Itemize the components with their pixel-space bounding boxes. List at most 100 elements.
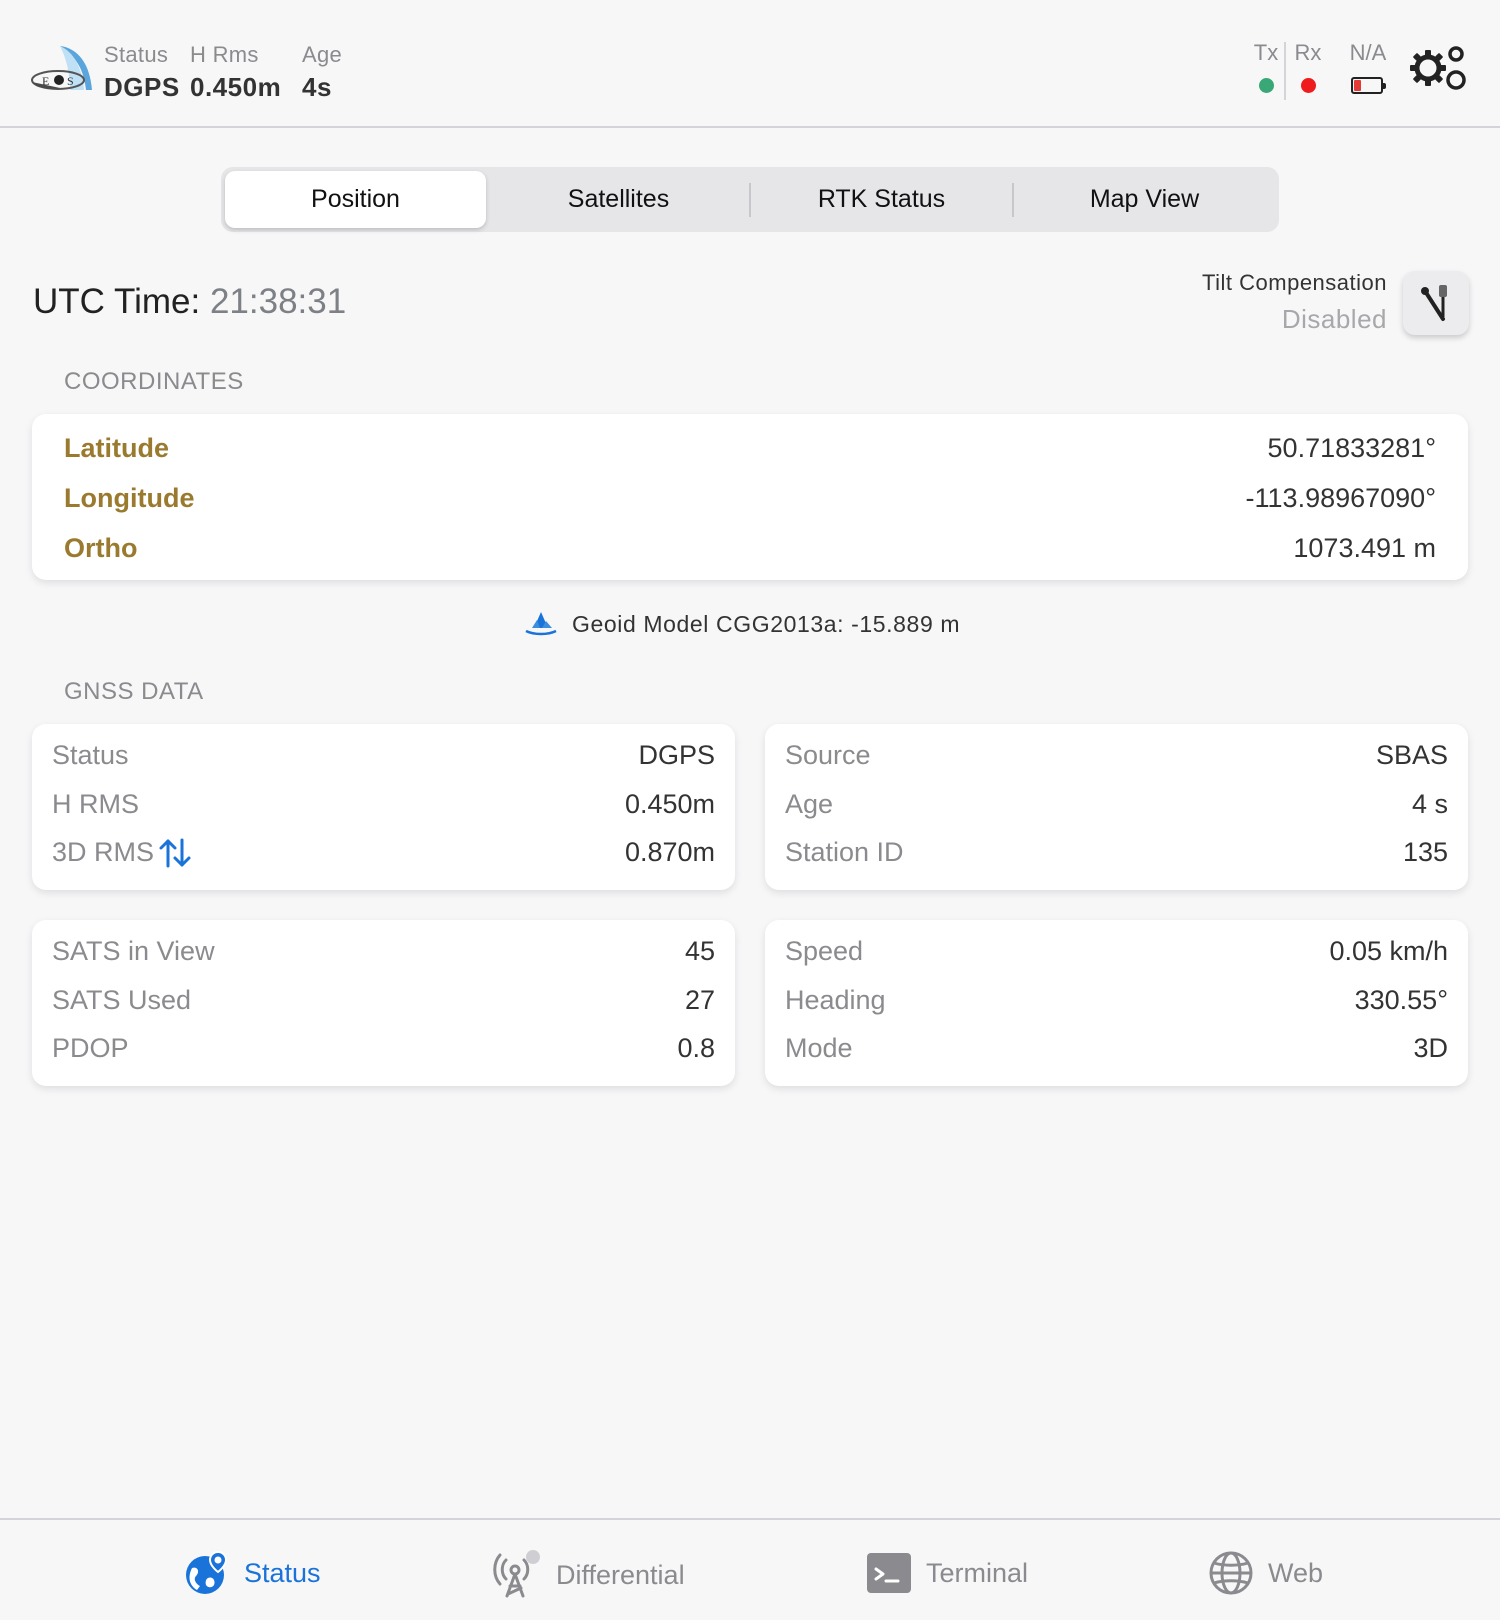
header-hrms: H Rms 0.450m — [190, 42, 281, 103]
nav-terminal-label: Terminal — [926, 1557, 1029, 1588]
tilt-compensation-button[interactable] — [1403, 271, 1469, 335]
status-header: E S Status DGPS H Rms 0.450m Age 4s Tx R… — [0, 0, 1500, 128]
coordinate-row-longitude: Longitude -113.98967090° — [64, 483, 1436, 514]
gnss-value: 0.8 — [677, 1033, 715, 1063]
header-hrms-value: 0.450m — [190, 72, 282, 102]
gnss-value: 0.05 km/h — [1329, 936, 1448, 966]
nav-web-label: Web — [1268, 1557, 1324, 1588]
coordinate-value: -113.98967090° — [1245, 483, 1436, 513]
gnss-label: Heading — [785, 985, 886, 1015]
gnss-value: 45 — [684, 936, 715, 966]
nav-status[interactable]: Status — [184, 1550, 321, 1596]
nav-differential[interactable]: Differential — [492, 1550, 685, 1600]
battery-label: N/A — [1349, 40, 1387, 65]
gnss-value: DGPS — [638, 740, 715, 770]
gnss-card-correction: Source SBAS Age 4 s Station ID 135 — [765, 724, 1468, 890]
rx-label: Rx — [1294, 40, 1322, 65]
header-age-value: 4s — [302, 72, 332, 102]
tab-rtk-status[interactable]: RTK Status — [751, 171, 1012, 228]
gnss-value: 3D — [1413, 1033, 1448, 1063]
gnss-label: Status — [52, 740, 129, 770]
coordinate-row-ortho: Ortho 1073.491 m — [64, 533, 1436, 564]
coordinate-row-latitude: Latitude 50.71833281° — [64, 433, 1436, 464]
gnss-value: 4 s — [1411, 789, 1448, 819]
gnss-value: 0.450m — [624, 789, 715, 819]
gnss-label: Mode — [785, 1033, 853, 1063]
tilt-compensation-label: Tilt Compensation — [1202, 270, 1387, 295]
nav-status-label: Status — [244, 1557, 321, 1588]
gnss-row-3drms: 3D RMS 0.870m — [52, 837, 715, 868]
gnss-row-heading: Heading 330.55° — [785, 985, 1448, 1016]
geoid-model: Geoid Model CGG2013a: -15.889 m — [524, 610, 960, 638]
globe-icon — [1209, 1551, 1253, 1595]
header-status-label: Status — [104, 42, 169, 67]
rx-indicator: Rx — [1293, 40, 1323, 93]
gnss-value: 330.55° — [1354, 985, 1448, 1015]
nav-web[interactable]: Web — [1208, 1550, 1323, 1596]
gnss-label-with-toggle: 3D RMS — [52, 837, 192, 868]
swap-arrows-icon[interactable] — [158, 838, 192, 868]
globe-pin-icon — [186, 1550, 228, 1594]
gnss-label: Source — [785, 740, 871, 770]
coordinates-title: COORDINATES — [64, 368, 244, 395]
header-status-value: DGPS — [104, 72, 180, 102]
tab-position[interactable]: Position — [225, 171, 486, 228]
gnss-row-speed: Speed 0.05 km/h — [785, 936, 1448, 967]
coordinate-label: Longitude — [64, 483, 195, 513]
header-age-label: Age — [302, 42, 343, 67]
gnss-row-hrms: H RMS 0.450m — [52, 789, 715, 820]
coordinate-label: Latitude — [64, 433, 169, 463]
gnss-value: 0.870m — [624, 837, 715, 867]
gnss-row-sats-used: SATS Used 27 — [52, 985, 715, 1016]
gnss-row-pdop: PDOP 0.8 — [52, 1033, 715, 1064]
utc-time: UTC Time: 21:38:31 — [33, 282, 346, 322]
coordinate-value: 1073.491 m — [1293, 533, 1436, 563]
gnss-value: SBAS — [1375, 740, 1448, 770]
settings-gears-icon[interactable] — [1408, 44, 1468, 94]
view-tabs: Position Satellites RTK Status Map View — [221, 167, 1279, 232]
gnss-value: 135 — [1402, 837, 1448, 867]
gnss-label: Age — [785, 789, 834, 819]
tx-label: Tx — [1253, 40, 1279, 65]
gnss-label: SATS Used — [52, 985, 192, 1015]
gnss-card-satellites: SATS in View 45 SATS Used 27 PDOP 0.8 — [32, 920, 735, 1086]
utc-value: 21:38:31 — [209, 282, 347, 321]
gnss-label: PDOP — [52, 1033, 129, 1063]
gnss-label: Speed — [785, 936, 864, 966]
svg-text:S: S — [67, 74, 74, 88]
gnss-label: SATS in View — [52, 936, 215, 966]
gnss-label: H RMS — [52, 789, 139, 819]
geoid-icon — [525, 612, 557, 636]
tab-map-view[interactable]: Map View — [1014, 171, 1275, 228]
gnss-value: 27 — [684, 985, 715, 1015]
header-hrms-label: H Rms — [190, 42, 259, 67]
gnss-row-sats-in-view: SATS in View 45 — [52, 936, 715, 967]
gnss-data-title: GNSS DATA — [64, 678, 204, 705]
header-age: Age 4s — [302, 42, 342, 103]
tilt-compensation: Tilt Compensation Disabled — [1202, 270, 1387, 335]
nav-terminal[interactable]: Terminal — [866, 1550, 1028, 1596]
nav-differential-label: Differential — [556, 1559, 685, 1590]
tx-indicator: Tx — [1251, 40, 1281, 93]
rx-status-dot — [1300, 78, 1316, 93]
tab-satellites[interactable]: Satellites — [488, 171, 749, 228]
bottom-tab-bar: Status Differential Terminal Web — [0, 1518, 1500, 1620]
geoid-text: Geoid Model CGG2013a: -15.889 m — [572, 610, 961, 637]
gnss-row-source: Source SBAS — [785, 740, 1448, 771]
gnss-label: 3D RMS — [52, 837, 155, 867]
header-status: Status DGPS — [104, 42, 180, 103]
terminal-icon — [867, 1553, 911, 1593]
gnss-row-station-id: Station ID 135 — [785, 837, 1448, 868]
gnss-label: Station ID — [785, 837, 904, 867]
survey-pole-icon — [1421, 285, 1447, 321]
tx-status-dot — [1258, 78, 1274, 93]
coordinate-label: Ortho — [64, 533, 138, 563]
utc-label: UTC Time: — [33, 282, 201, 321]
txrx-divider — [1284, 42, 1286, 100]
gnss-row-mode: Mode 3D — [785, 1033, 1448, 1064]
gnss-card-accuracy: Status DGPS H RMS 0.450m 3D RMS 0.870m — [32, 724, 735, 890]
antenna-tower-icon — [493, 1550, 540, 1598]
tilt-compensation-state: Disabled — [1281, 304, 1387, 334]
gnss-row-age: Age 4 s — [785, 789, 1448, 820]
battery-icon — [1351, 77, 1386, 94]
